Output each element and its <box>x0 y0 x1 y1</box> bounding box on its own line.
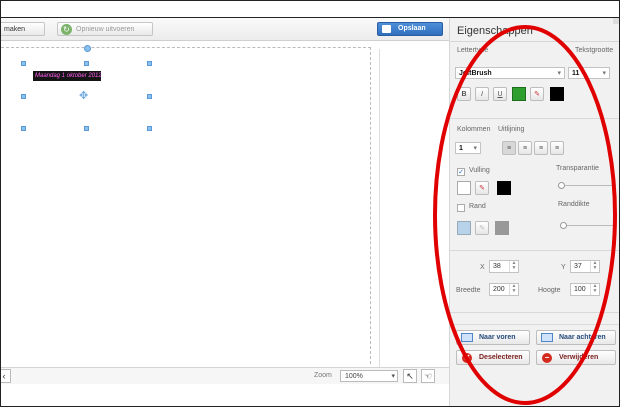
undo-button[interactable]: maken <box>1 22 45 36</box>
redo-button-label: Opnieuw uitvoeren <box>76 26 135 33</box>
resize-handle-bottom-left[interactable] <box>21 126 26 131</box>
resize-handle-right[interactable] <box>147 94 152 99</box>
chevron-down-icon: ▾ <box>391 373 395 380</box>
zoom-select[interactable]: 100% ▾ <box>340 370 398 382</box>
resize-handle-left[interactable] <box>21 94 26 99</box>
resize-handle-bottom[interactable] <box>84 126 89 131</box>
app-window: maken ↻ Opnieuw uitvoeren Opslaan Maanda… <box>0 0 620 407</box>
resize-handle-bottom-right[interactable] <box>147 126 152 131</box>
zoom-value: 100% <box>345 373 363 380</box>
floppy-icon <box>382 25 391 33</box>
selected-text-element[interactable]: Maandag 1 oktober 2012 <box>33 71 101 81</box>
redo-button[interactable]: ↻ Opnieuw uitvoeren <box>57 22 153 36</box>
annotation-ellipse <box>433 25 617 405</box>
redo-icon: ↻ <box>61 24 72 35</box>
resize-handle-top[interactable] <box>84 61 89 66</box>
toolbar: maken ↻ Opnieuw uitvoeren Opslaan <box>1 18 449 41</box>
pointer-tool-button[interactable]: ↖ <box>403 369 417 383</box>
scroll-left-button[interactable]: ‹ <box>1 369 11 383</box>
editor-canvas[interactable]: Maandag 1 oktober 2012 ✥ <box>1 41 441 369</box>
zoom-label: Zoom <box>314 372 332 379</box>
resize-handle-top-left[interactable] <box>21 61 26 66</box>
move-icon[interactable]: ✥ <box>79 89 88 102</box>
page-margin-guide <box>1 47 371 364</box>
resize-handle-top-right[interactable] <box>147 61 152 66</box>
save-button-label: Opslaan <box>398 25 426 32</box>
annotation-ellipse-stroke <box>433 25 617 405</box>
status-bar: ‹ Zoom 100% ▾ ↖ ☜ <box>1 367 449 384</box>
rotate-handle[interactable] <box>84 45 91 52</box>
